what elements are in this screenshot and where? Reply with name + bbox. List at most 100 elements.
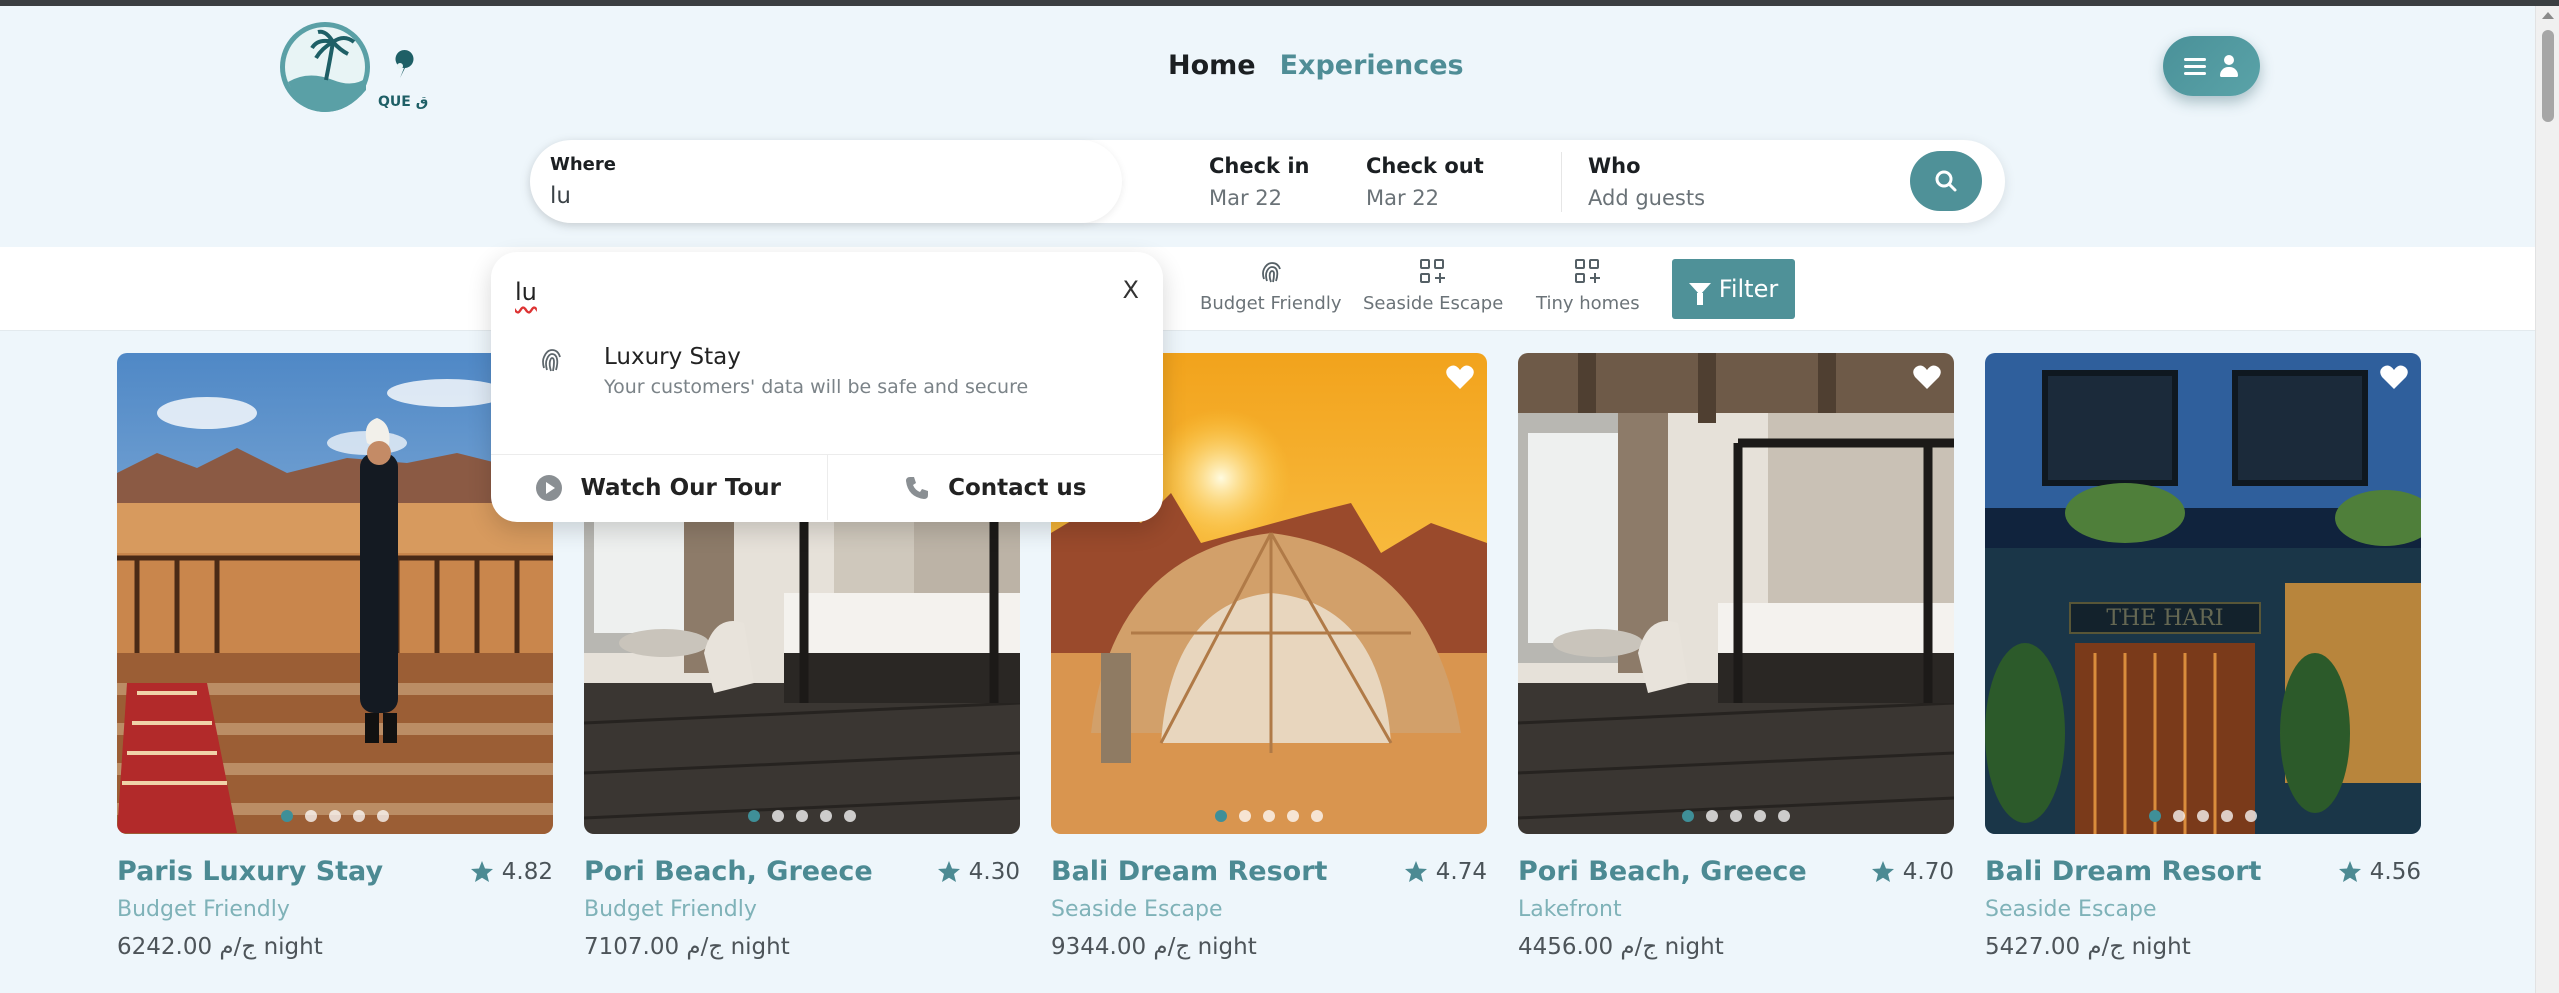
category-seaside-escape[interactable]: Seaside Escape bbox=[1363, 259, 1503, 314]
play-icon bbox=[536, 474, 563, 501]
where-field[interactable]: Where lu bbox=[530, 140, 1122, 223]
user-icon bbox=[2218, 55, 2240, 77]
listing-price: 5427.00 ج/م night bbox=[1985, 934, 2191, 960]
listing-category: Seaside Escape bbox=[1051, 897, 1223, 922]
star-icon bbox=[937, 861, 960, 882]
carousel-dots[interactable] bbox=[1985, 810, 2421, 822]
rating-value: 4.56 bbox=[2369, 858, 2421, 885]
suggestion-title: Luxury Stay bbox=[604, 344, 741, 370]
star-icon bbox=[1871, 861, 1894, 882]
carousel-dots[interactable] bbox=[1051, 810, 1487, 822]
listing-price: 7107.00 ج/م night bbox=[584, 934, 790, 960]
fingerprint-icon bbox=[1258, 259, 1284, 285]
listing-photo[interactable] bbox=[1518, 353, 1954, 834]
close-dropdown-button[interactable]: X bbox=[1123, 276, 1139, 304]
listing-category: Lakefront bbox=[1518, 897, 1622, 922]
nav-experiences-link[interactable]: Experiences bbox=[1280, 50, 1464, 81]
search-bar: Where lu Check in Mar 22 Check out Mar 2… bbox=[530, 140, 2005, 223]
category-bar: Budget Friendly Seaside Escape Tiny home… bbox=[0, 247, 2535, 331]
listing-price: 9344.00 ج/م night bbox=[1051, 934, 1257, 960]
carousel-dots[interactable] bbox=[584, 810, 1020, 822]
nav-home-link[interactable]: Home bbox=[1168, 50, 1256, 81]
listing-rating: 4.30 bbox=[937, 859, 1020, 885]
listing-rating: 4.70 bbox=[1871, 859, 1954, 885]
checkin-field[interactable]: Check in Mar 22 bbox=[1209, 154, 1309, 210]
listing-photo[interactable] bbox=[117, 353, 553, 834]
listing-rating: 4.74 bbox=[1404, 859, 1487, 885]
listing-title[interactable]: Pori Beach, Greece bbox=[1518, 856, 1807, 887]
listing-card[interactable]: THE HARI Bali Dream Resort 4.56 Seaside … bbox=[1985, 353, 2421, 960]
favorite-heart-icon[interactable] bbox=[1445, 363, 1475, 391]
checkin-value: Mar 22 bbox=[1209, 186, 1283, 210]
main-nav: Home Experiences bbox=[1168, 50, 1464, 81]
listing-category: Seaside Escape bbox=[1985, 897, 2157, 922]
where-label: Where bbox=[550, 154, 616, 175]
favorite-heart-icon[interactable] bbox=[1912, 363, 1942, 391]
rating-value: 4.70 bbox=[1902, 858, 1954, 885]
suggestion-query-input[interactable]: lu bbox=[515, 278, 537, 306]
where-input[interactable]: lu bbox=[550, 183, 1102, 209]
listing-rating: 4.82 bbox=[470, 859, 553, 885]
filter-button[interactable]: Filter bbox=[1672, 259, 1795, 319]
category-label: Budget Friendly bbox=[1200, 293, 1342, 314]
who-label: Who bbox=[1588, 154, 1641, 178]
suggestion-description: Your customers' data will be safe and se… bbox=[604, 376, 1029, 398]
favorite-heart-icon[interactable] bbox=[2379, 363, 2409, 391]
listing-rating: 4.56 bbox=[2338, 859, 2421, 885]
carousel-dots[interactable] bbox=[117, 810, 553, 822]
search-suggestions-dropdown: lu X Luxury Stay Your customers' data wi… bbox=[491, 252, 1163, 522]
filter-label: Filter bbox=[1718, 275, 1779, 303]
star-icon bbox=[470, 861, 493, 882]
checkout-label: Check out bbox=[1366, 154, 1484, 178]
category-budget-friendly[interactable]: Budget Friendly bbox=[1200, 259, 1341, 314]
rating-value: 4.74 bbox=[1435, 858, 1487, 885]
scrollbar-thumb[interactable] bbox=[2542, 30, 2554, 122]
listing-card[interactable]: Pori Beach, Greece 4.70 Lakefront 4456.0… bbox=[1518, 353, 1954, 960]
category-tiny-homes[interactable]: Tiny homes bbox=[1536, 259, 1640, 314]
listing-category: Budget Friendly bbox=[584, 897, 757, 922]
category-label: Seaside Escape bbox=[1363, 293, 1504, 314]
user-menu-button[interactable] bbox=[2163, 36, 2260, 96]
listing-card[interactable]: Paris Luxury Stay 4.82 Budget Friendly 6… bbox=[117, 353, 553, 960]
listing-photo[interactable]: THE HARI bbox=[1985, 353, 2421, 834]
watch-tour-button[interactable]: Watch Our Tour bbox=[491, 455, 827, 520]
listing-title[interactable]: Bali Dream Resort bbox=[1051, 856, 1327, 887]
star-icon bbox=[2338, 861, 2361, 882]
rating-value: 4.82 bbox=[501, 858, 553, 885]
search-button[interactable] bbox=[1910, 151, 1982, 211]
carousel-dots[interactable] bbox=[1518, 810, 1954, 822]
vertical-scrollbar[interactable] bbox=[2535, 6, 2559, 993]
logo-text: QUE فندق bbox=[378, 94, 428, 110]
guests-placeholder: Add guests bbox=[1588, 186, 1706, 210]
star-icon bbox=[1404, 861, 1427, 882]
fingerprint-icon bbox=[542, 349, 561, 372]
grid-plus-icon bbox=[1420, 259, 1446, 285]
browser-top-strip bbox=[0, 0, 2559, 6]
suggestion-item-luxury-stay[interactable]: Luxury Stay Your customers' data will be… bbox=[491, 342, 1163, 414]
checkout-field[interactable]: Check out Mar 22 bbox=[1366, 154, 1484, 210]
checkin-label: Check in bbox=[1209, 154, 1310, 178]
contact-us-button[interactable]: Contact us bbox=[826, 455, 1164, 520]
search-icon bbox=[1935, 170, 1957, 192]
listing-title[interactable]: Pori Beach, Greece bbox=[584, 856, 873, 887]
funnel-icon bbox=[1688, 283, 1711, 305]
logo-emblem-icon: QUE فندق bbox=[280, 22, 451, 112]
who-field[interactable]: Who Add guests bbox=[1588, 154, 1705, 210]
listing-price: 4456.00 ج/م night bbox=[1518, 934, 1724, 960]
dropdown-actions: Watch Our Tour Contact us bbox=[491, 454, 1163, 520]
site-logo[interactable]: QUE فندق bbox=[278, 20, 451, 118]
watch-tour-label: Watch Our Tour bbox=[580, 474, 781, 501]
search-divider bbox=[1561, 152, 1562, 212]
phone-icon bbox=[906, 476, 929, 499]
listing-title[interactable]: Paris Luxury Stay bbox=[117, 856, 383, 887]
category-label: Tiny homes bbox=[1536, 293, 1640, 314]
listing-category: Budget Friendly bbox=[117, 897, 290, 922]
contact-us-label: Contact us bbox=[948, 474, 1087, 501]
checkout-value: Mar 22 bbox=[1366, 186, 1440, 210]
listing-price: 6242.00 ج/م night bbox=[117, 934, 323, 960]
listing-title[interactable]: Bali Dream Resort bbox=[1985, 856, 2261, 887]
hamburger-icon bbox=[2183, 57, 2206, 75]
grid-plus-icon bbox=[1574, 259, 1601, 285]
scroll-up-arrow-icon[interactable] bbox=[2542, 12, 2554, 19]
rating-value: 4.30 bbox=[968, 858, 1020, 885]
